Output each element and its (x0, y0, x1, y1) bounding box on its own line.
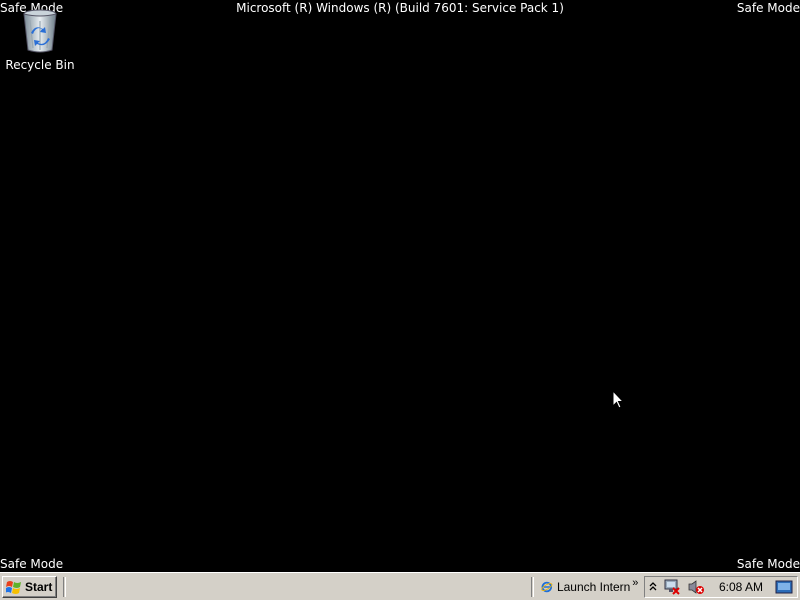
system-tray: 6:08 AM (643, 575, 798, 598)
clock[interactable]: 6:08 AM (711, 580, 769, 594)
show-desktop-icon (775, 580, 793, 593)
desktop-icon-recycle-bin[interactable]: Recycle Bin (4, 8, 76, 72)
taskbar: Start Launch Intern » 6:08 AM (0, 572, 800, 600)
desktop[interactable]: Safe Mode Microsoft (R) Windows (R) (Bui… (0, 0, 800, 572)
build-info-text: Microsoft (R) Windows (R) (Build 7601: S… (236, 1, 564, 15)
task-button-label: Launch Intern (556, 579, 631, 594)
show-desktop-button[interactable] (775, 579, 793, 595)
safe-mode-label-top-right: Safe Mode (736, 1, 800, 15)
volume-tray-icon[interactable] (687, 579, 705, 595)
task-button-launch-internet[interactable]: Launch Intern (538, 576, 630, 598)
start-button[interactable]: Start (2, 575, 58, 598)
quick-launch-area (66, 576, 531, 598)
toolbar-overflow-chevron[interactable]: » (630, 577, 640, 589)
start-label: Start (25, 579, 53, 594)
desktop-icon-label: Recycle Bin (5, 58, 75, 72)
show-hidden-icons-button[interactable] (649, 581, 657, 592)
safe-mode-label-bottom-right: Safe Mode (736, 557, 800, 571)
network-tray-icon[interactable] (663, 579, 681, 595)
recycle-bin-icon (23, 9, 57, 53)
internet-explorer-icon (541, 581, 553, 592)
chevron-up-icon (649, 581, 657, 590)
network-error-icon (664, 579, 680, 595)
taskbar-grip[interactable] (531, 576, 535, 597)
windows-logo-icon (6, 580, 21, 594)
volume-muted-icon (688, 579, 704, 594)
safe-mode-label-bottom-left: Safe Mode (0, 557, 64, 571)
mouse-cursor-icon (612, 390, 624, 409)
